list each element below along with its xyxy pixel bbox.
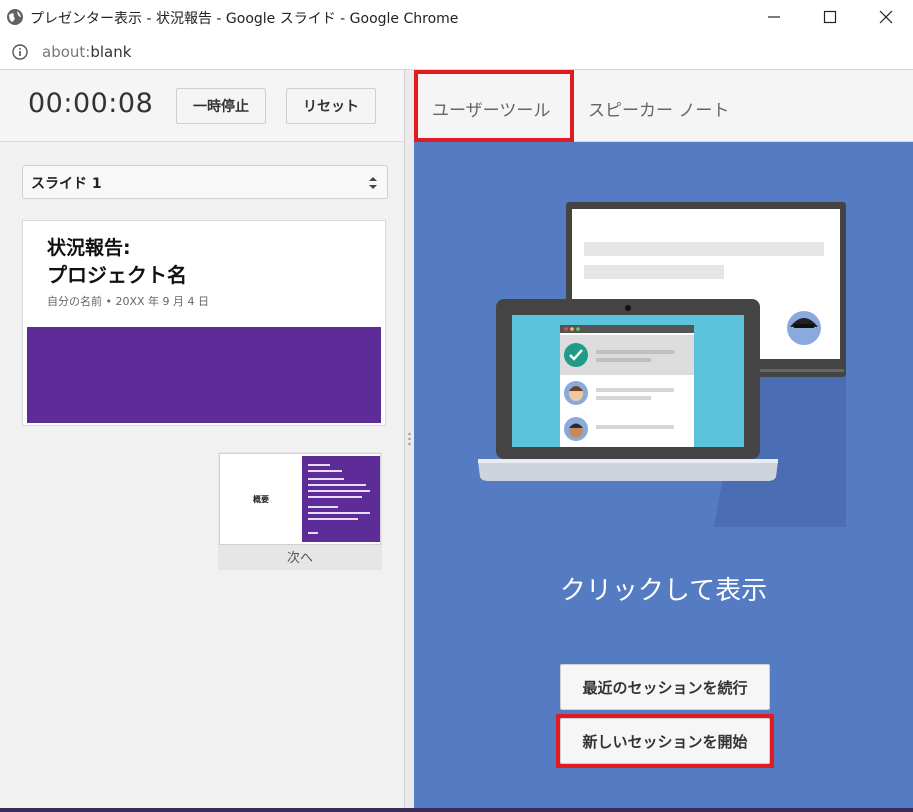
minimize-button[interactable] xyxy=(748,0,800,34)
devices-illustration xyxy=(478,202,846,527)
tab-speaker-notes[interactable]: スピーカー ノート xyxy=(588,96,729,121)
highlight-box-user-tools xyxy=(414,70,574,142)
panel-splitter[interactable] xyxy=(404,70,414,812)
thumb-line xyxy=(308,464,330,466)
next-slide-content-panel xyxy=(302,456,380,542)
maximize-icon xyxy=(823,10,837,24)
thumb-line xyxy=(308,518,358,520)
thumb-line xyxy=(308,490,370,492)
slide-title-line2: プロジェクト名 xyxy=(47,263,187,287)
url-path: blank xyxy=(90,43,132,61)
slide-select[interactable]: スライド 1 xyxy=(22,165,388,199)
thumb-line xyxy=(308,478,344,480)
pause-button[interactable]: 一時停止 xyxy=(176,88,266,124)
next-slide-thumbnail[interactable]: 概要 xyxy=(219,453,381,545)
next-label: 次へ xyxy=(286,551,313,566)
slide-title-line1: 状況報告: xyxy=(47,237,131,259)
updown-arrows-icon xyxy=(369,177,377,189)
window-titlebar: プレゼンター表示 - 状況報告 - Google スライド - Google C… xyxy=(0,0,913,34)
slide-select-value: スライド 1 xyxy=(31,176,102,192)
window-title: プレゼンター表示 - 状況報告 - Google スライド - Google C… xyxy=(30,11,459,27)
continue-session-button[interactable]: 最近のセッションを続行 xyxy=(560,664,770,710)
thumb-line xyxy=(308,484,366,486)
taskbar-strip xyxy=(0,808,913,812)
timer: 00:00:08 xyxy=(28,88,154,119)
reset-button[interactable]: リセット xyxy=(286,88,376,124)
click-to-show-text[interactable]: クリックして表示 xyxy=(414,570,913,607)
next-slide[interactable]: 概要 次へ xyxy=(218,452,382,570)
highlight-box-new-session xyxy=(556,714,774,768)
current-slide-preview: 状況報告: プロジェクト名 自分の名前 • 20XX 年 9 月 4 日 xyxy=(22,220,386,426)
close-button[interactable] xyxy=(860,0,912,34)
user-tools-panel: クリックして表示 最近のセッションを続行 新しいセッションを開始 xyxy=(414,142,913,812)
drag-handle-icon xyxy=(408,432,411,446)
slide-color-band xyxy=(27,327,381,423)
address-bar[interactable]: about:blank xyxy=(0,34,913,70)
close-icon xyxy=(879,10,893,24)
url-scheme: about: xyxy=(42,43,91,61)
timer-bar: 00:00:08 一時停止 リセット xyxy=(0,70,404,142)
url-text[interactable]: about:blank xyxy=(42,43,131,61)
thumb-line xyxy=(308,506,338,508)
maximize-button[interactable] xyxy=(804,0,856,34)
next-slide-title: 概要 xyxy=(253,494,269,504)
info-icon[interactable] xyxy=(12,44,28,60)
globe-icon xyxy=(7,9,23,25)
slide-subtitle: 自分の名前 • 20XX 年 9 月 4 日 xyxy=(47,295,210,308)
thumb-line xyxy=(308,496,362,498)
thumb-line xyxy=(308,470,342,472)
presenter-panel: 00:00:08 一時停止 リセット スライド 1 状況報告: プロジェクト名 … xyxy=(0,70,404,812)
thumb-line xyxy=(308,532,318,534)
minimize-icon xyxy=(768,16,780,18)
thumb-line xyxy=(308,512,370,514)
